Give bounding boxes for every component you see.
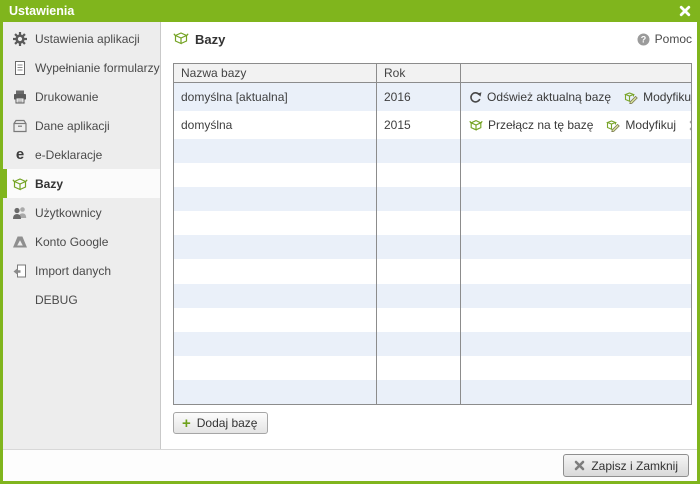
sidebar-item-label: Import danych xyxy=(35,264,111,278)
table-row-empty xyxy=(174,284,691,308)
window-title: Ustawienia xyxy=(9,4,74,18)
refresh-current-db-action[interactable]: Odśwież aktualną bazę xyxy=(469,90,611,104)
page-title: Bazy xyxy=(195,32,225,47)
sidebar-item-app-settings[interactable]: Ustawienia aplikacji xyxy=(3,24,160,53)
sidebar-item-label: e-Deklaracje xyxy=(35,148,102,162)
db-year-cell: 2015 xyxy=(376,111,461,139)
sidebar-item-label: Użytkownicy xyxy=(35,206,102,220)
table-body: domyślna [aktualna] 2016 xyxy=(174,83,691,404)
google-drive-icon xyxy=(12,234,28,250)
import-icon xyxy=(12,263,28,279)
plus-icon: + xyxy=(182,416,191,431)
help-icon: ? xyxy=(637,33,650,46)
footer: Zapisz i Zamknij xyxy=(3,449,697,481)
titlebar: Ustawienia xyxy=(3,0,697,22)
printer-icon xyxy=(12,89,28,105)
table-row-empty xyxy=(174,163,691,187)
action-label: Odśwież aktualną bazę xyxy=(487,90,611,104)
app-data-box-icon xyxy=(12,118,28,134)
table-row-empty xyxy=(174,308,691,332)
close-x-icon xyxy=(574,460,585,471)
sidebar-item-label: Wypełnianie formularzy xyxy=(35,61,160,75)
add-database-button[interactable]: + Dodaj bazę xyxy=(173,412,268,434)
database-box-icon xyxy=(12,176,28,192)
main-header: Bazy ? Pomoc xyxy=(173,30,692,48)
sidebar-item-form-filling[interactable]: Wypełnianie formularzy xyxy=(3,53,160,82)
table-header: Nazwa bazy Rok xyxy=(174,64,691,83)
action-label: Modyfikuj xyxy=(643,90,691,104)
svg-text:?: ? xyxy=(640,34,646,44)
help-label: Pomoc xyxy=(655,32,692,46)
table-row-empty xyxy=(174,356,691,380)
users-icon xyxy=(12,205,28,221)
db-name-cell: domyślna xyxy=(174,111,376,139)
settings-dialog: Ustawienia xyxy=(0,0,700,484)
help-link[interactable]: ? Pomoc xyxy=(637,32,692,46)
table-row-current-db: domyślna [aktualna] 2016 xyxy=(174,83,691,111)
db-year-cell: 2016 xyxy=(376,83,461,111)
modify-icon xyxy=(606,118,620,132)
switch-database-icon xyxy=(469,118,483,132)
dialog-content: Ustawienia aplikacji Wypełnianie formula… xyxy=(3,22,697,481)
table-row-empty xyxy=(174,139,691,163)
sidebar-item-e-declarations[interactable]: e e-Deklaracje xyxy=(3,140,160,169)
save-close-label: Zapisz i Zamknij xyxy=(591,459,678,473)
databases-table: Nazwa bazy Rok domyślna [aktualna] 2016 xyxy=(173,63,692,405)
action-label: Przełącz na tę bazę xyxy=(488,118,593,132)
sidebar-item-label: DEBUG xyxy=(35,293,78,307)
refresh-icon xyxy=(469,91,482,104)
sidebar-item-users[interactable]: Użytkownicy xyxy=(3,198,160,227)
sidebar-item-label: Ustawienia aplikacji xyxy=(35,32,140,46)
save-close-button[interactable]: Zapisz i Zamknij xyxy=(563,454,689,477)
column-header-year: Rok xyxy=(376,64,461,82)
sidebar-item-label: Dane aplikacji xyxy=(35,119,110,133)
sidebar-item-app-data[interactable]: Dane aplikacji xyxy=(3,111,160,140)
sidebar-item-debug[interactable]: DEBUG xyxy=(3,285,160,314)
switch-to-db-action[interactable]: Przełącz na tę bazę xyxy=(469,118,593,132)
column-header-name: Nazwa bazy xyxy=(174,64,376,82)
sidebar-item-databases[interactable]: Bazy xyxy=(3,169,160,198)
database-box-icon xyxy=(173,30,189,49)
sidebar-item-label: Drukowanie xyxy=(35,90,98,104)
delete-icon xyxy=(689,120,691,131)
column-header-actions xyxy=(461,64,691,82)
modify-icon xyxy=(624,90,638,104)
add-database-label: Dodaj bazę xyxy=(197,416,258,430)
e-declarations-icon: e xyxy=(12,147,28,163)
sidebar-item-label: Konto Google xyxy=(35,235,108,249)
gear-icon xyxy=(12,31,28,47)
delete-db-action[interactable] xyxy=(689,120,691,131)
sidebar-item-google-account[interactable]: Konto Google xyxy=(3,227,160,256)
modify-db-action[interactable]: Modyfikuj xyxy=(606,118,676,132)
table-row-empty xyxy=(174,211,691,235)
sidebar-item-label: Bazy xyxy=(35,177,63,191)
close-icon[interactable] xyxy=(679,5,691,17)
sidebar: Ustawienia aplikacji Wypełnianie formula… xyxy=(3,22,161,449)
sidebar-item-printing[interactable]: Drukowanie xyxy=(3,82,160,111)
main-panel: Bazy ? Pomoc Nazwa bazy xyxy=(161,22,697,449)
action-label: Modyfikuj xyxy=(625,118,676,132)
table-row-other-db: domyślna 2015 xyxy=(174,111,691,139)
db-name-cell: domyślna [aktualna] xyxy=(174,83,376,111)
table-row-empty xyxy=(174,259,691,283)
sidebar-item-data-import[interactable]: Import danych xyxy=(3,256,160,285)
table-row-empty xyxy=(174,235,691,259)
table-row-empty xyxy=(174,380,691,404)
table-row-empty xyxy=(174,187,691,211)
table-row-empty xyxy=(174,332,691,356)
form-icon xyxy=(12,60,28,76)
modify-current-db-action[interactable]: Modyfikuj xyxy=(624,90,691,104)
